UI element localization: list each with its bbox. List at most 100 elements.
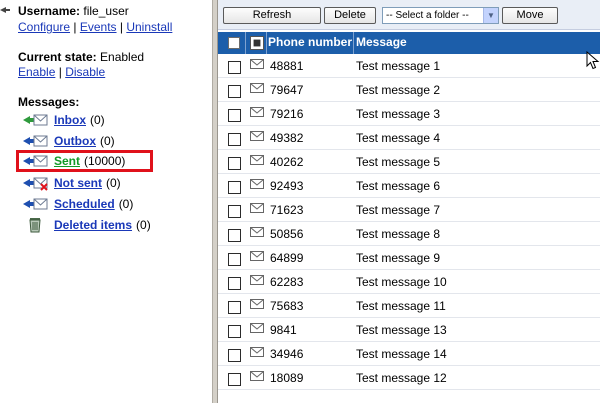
- envelope-icon: [250, 179, 264, 189]
- table-row[interactable]: 40262 Test message 5: [218, 150, 600, 174]
- folder-select[interactable]: -- Select a folder -- ▼: [382, 7, 499, 24]
- account-links: Configure | Events | Uninstall: [18, 20, 173, 34]
- row-message: Test message 8: [356, 227, 441, 241]
- table-row[interactable]: 79647 Test message 2: [218, 78, 600, 102]
- chevron-down-icon[interactable]: ▼: [483, 8, 498, 23]
- folder-scheduled-count: (0): [118, 197, 134, 211]
- disable-link[interactable]: Disable: [65, 65, 105, 79]
- row-phone: 9841: [270, 323, 297, 337]
- configure-link[interactable]: Configure: [18, 20, 70, 34]
- row-checkbox[interactable]: [228, 277, 241, 290]
- table-row[interactable]: 75683 Test message 11: [218, 294, 600, 318]
- envelope-icon: [250, 107, 264, 117]
- row-checkbox[interactable]: [228, 325, 241, 338]
- row-message: Test message 6: [356, 179, 441, 193]
- folder-deleted-items[interactable]: Deleted items (0): [22, 216, 151, 234]
- refresh-button[interactable]: Refresh: [223, 7, 321, 24]
- folder-inbox-count: (0): [90, 113, 105, 127]
- scheduled-icon: [23, 198, 48, 210]
- envelope-icon: [250, 227, 264, 237]
- row-phone: 71623: [270, 203, 304, 217]
- row-checkbox[interactable]: [228, 157, 241, 170]
- row-message: Test message 2: [356, 83, 441, 97]
- folder-sent-link[interactable]: Sent: [54, 154, 80, 168]
- state-value: Enabled: [100, 50, 145, 64]
- envelope-icon: [250, 155, 264, 165]
- delete-button[interactable]: Delete: [324, 7, 376, 24]
- envelope-icon: [250, 203, 264, 213]
- row-checkbox[interactable]: [228, 109, 241, 122]
- envelope-icon: [250, 275, 264, 285]
- row-message: Test message 7: [356, 203, 441, 217]
- select-all-checkbox[interactable]: [228, 37, 240, 49]
- row-checkbox[interactable]: [228, 181, 241, 194]
- row-message: Test message 3: [356, 107, 441, 121]
- row-message: Test message 12: [356, 371, 447, 385]
- row-phone: 64899: [270, 251, 304, 265]
- folder-sent[interactable]: Sent (10000): [22, 152, 125, 170]
- not-sent-icon: [23, 177, 48, 191]
- table-row[interactable]: 50856 Test message 8: [218, 222, 600, 246]
- state-label: Current state:: [18, 50, 97, 64]
- row-message: Test message 10: [356, 275, 447, 289]
- row-message: Test message 1: [356, 59, 441, 73]
- row-message: Test message 4: [356, 131, 441, 145]
- enable-link[interactable]: Enable: [18, 65, 55, 79]
- row-checkbox[interactable]: [228, 349, 241, 362]
- folder-scheduled[interactable]: Scheduled (0): [22, 195, 133, 213]
- table-row[interactable]: 79216 Test message 3: [218, 102, 600, 126]
- row-checkbox[interactable]: [228, 85, 241, 98]
- folder-outbox-link[interactable]: Outbox: [54, 134, 96, 148]
- folder-scheduled-link[interactable]: Scheduled: [54, 197, 115, 211]
- username-line: Username: file_user: [18, 4, 129, 18]
- envelope-icon: [250, 323, 264, 333]
- envelope-icon: [250, 347, 264, 357]
- row-phone: 79216: [270, 107, 304, 121]
- envelope-icon: [250, 251, 264, 261]
- row-checkbox[interactable]: [228, 229, 241, 242]
- row-message: Test message 9: [356, 251, 441, 265]
- folder-not-sent[interactable]: Not sent (0): [22, 174, 121, 192]
- table-row[interactable]: 49382 Test message 4: [218, 126, 600, 150]
- row-phone: 62283: [270, 275, 304, 289]
- table-header: Phone number Message: [218, 32, 600, 54]
- row-phone: 18089: [270, 371, 304, 385]
- row-checkbox[interactable]: [228, 253, 241, 266]
- row-checkbox[interactable]: [228, 61, 241, 74]
- table-row[interactable]: 64899 Test message 9: [218, 246, 600, 270]
- row-message: Test message 14: [356, 347, 447, 361]
- message-list-panel: Refresh Delete -- Select a folder -- ▼ M…: [218, 0, 600, 403]
- row-checkbox[interactable]: [228, 205, 241, 218]
- folder-sent-count: (10000): [84, 154, 126, 168]
- row-checkbox[interactable]: [228, 373, 241, 386]
- row-phone: 79647: [270, 83, 304, 97]
- table-row[interactable]: 92493 Test message 6: [218, 174, 600, 198]
- table-row[interactable]: 48881 Test message 1: [218, 54, 600, 78]
- uninstall-link[interactable]: Uninstall: [126, 20, 172, 34]
- toolbar: Refresh Delete -- Select a folder -- ▼ M…: [218, 0, 600, 30]
- row-phone: 49382: [270, 131, 304, 145]
- messages-title: Messages:: [18, 95, 80, 109]
- row-checkbox[interactable]: [228, 133, 241, 146]
- table-row[interactable]: 34946 Test message 14: [218, 342, 600, 366]
- events-link[interactable]: Events: [80, 20, 117, 34]
- folder-inbox-link[interactable]: Inbox: [54, 113, 86, 127]
- row-checkbox[interactable]: [228, 301, 241, 314]
- folder-deleted-link[interactable]: Deleted items: [54, 218, 132, 232]
- trash-icon: [29, 218, 41, 233]
- mouse-cursor-icon: [586, 51, 600, 70]
- table-row[interactable]: 18089 Test message 12: [218, 366, 600, 390]
- move-button[interactable]: Move: [502, 7, 558, 24]
- message-type-icon[interactable]: [250, 36, 264, 50]
- folder-not-sent-link[interactable]: Not sent: [54, 176, 102, 190]
- table-row[interactable]: 9841 Test message 13: [218, 318, 600, 342]
- table-row[interactable]: 62283 Test message 10: [218, 270, 600, 294]
- column-message[interactable]: Message: [356, 35, 407, 49]
- folder-outbox[interactable]: Outbox (0): [22, 132, 115, 150]
- inbox-icon: [23, 114, 48, 126]
- folder-inbox[interactable]: Inbox (0): [22, 111, 105, 129]
- column-phone-number[interactable]: Phone number: [268, 35, 352, 49]
- username-label: Username:: [18, 4, 81, 18]
- row-phone: 50856: [270, 227, 304, 241]
- table-row[interactable]: 71623 Test message 7: [218, 198, 600, 222]
